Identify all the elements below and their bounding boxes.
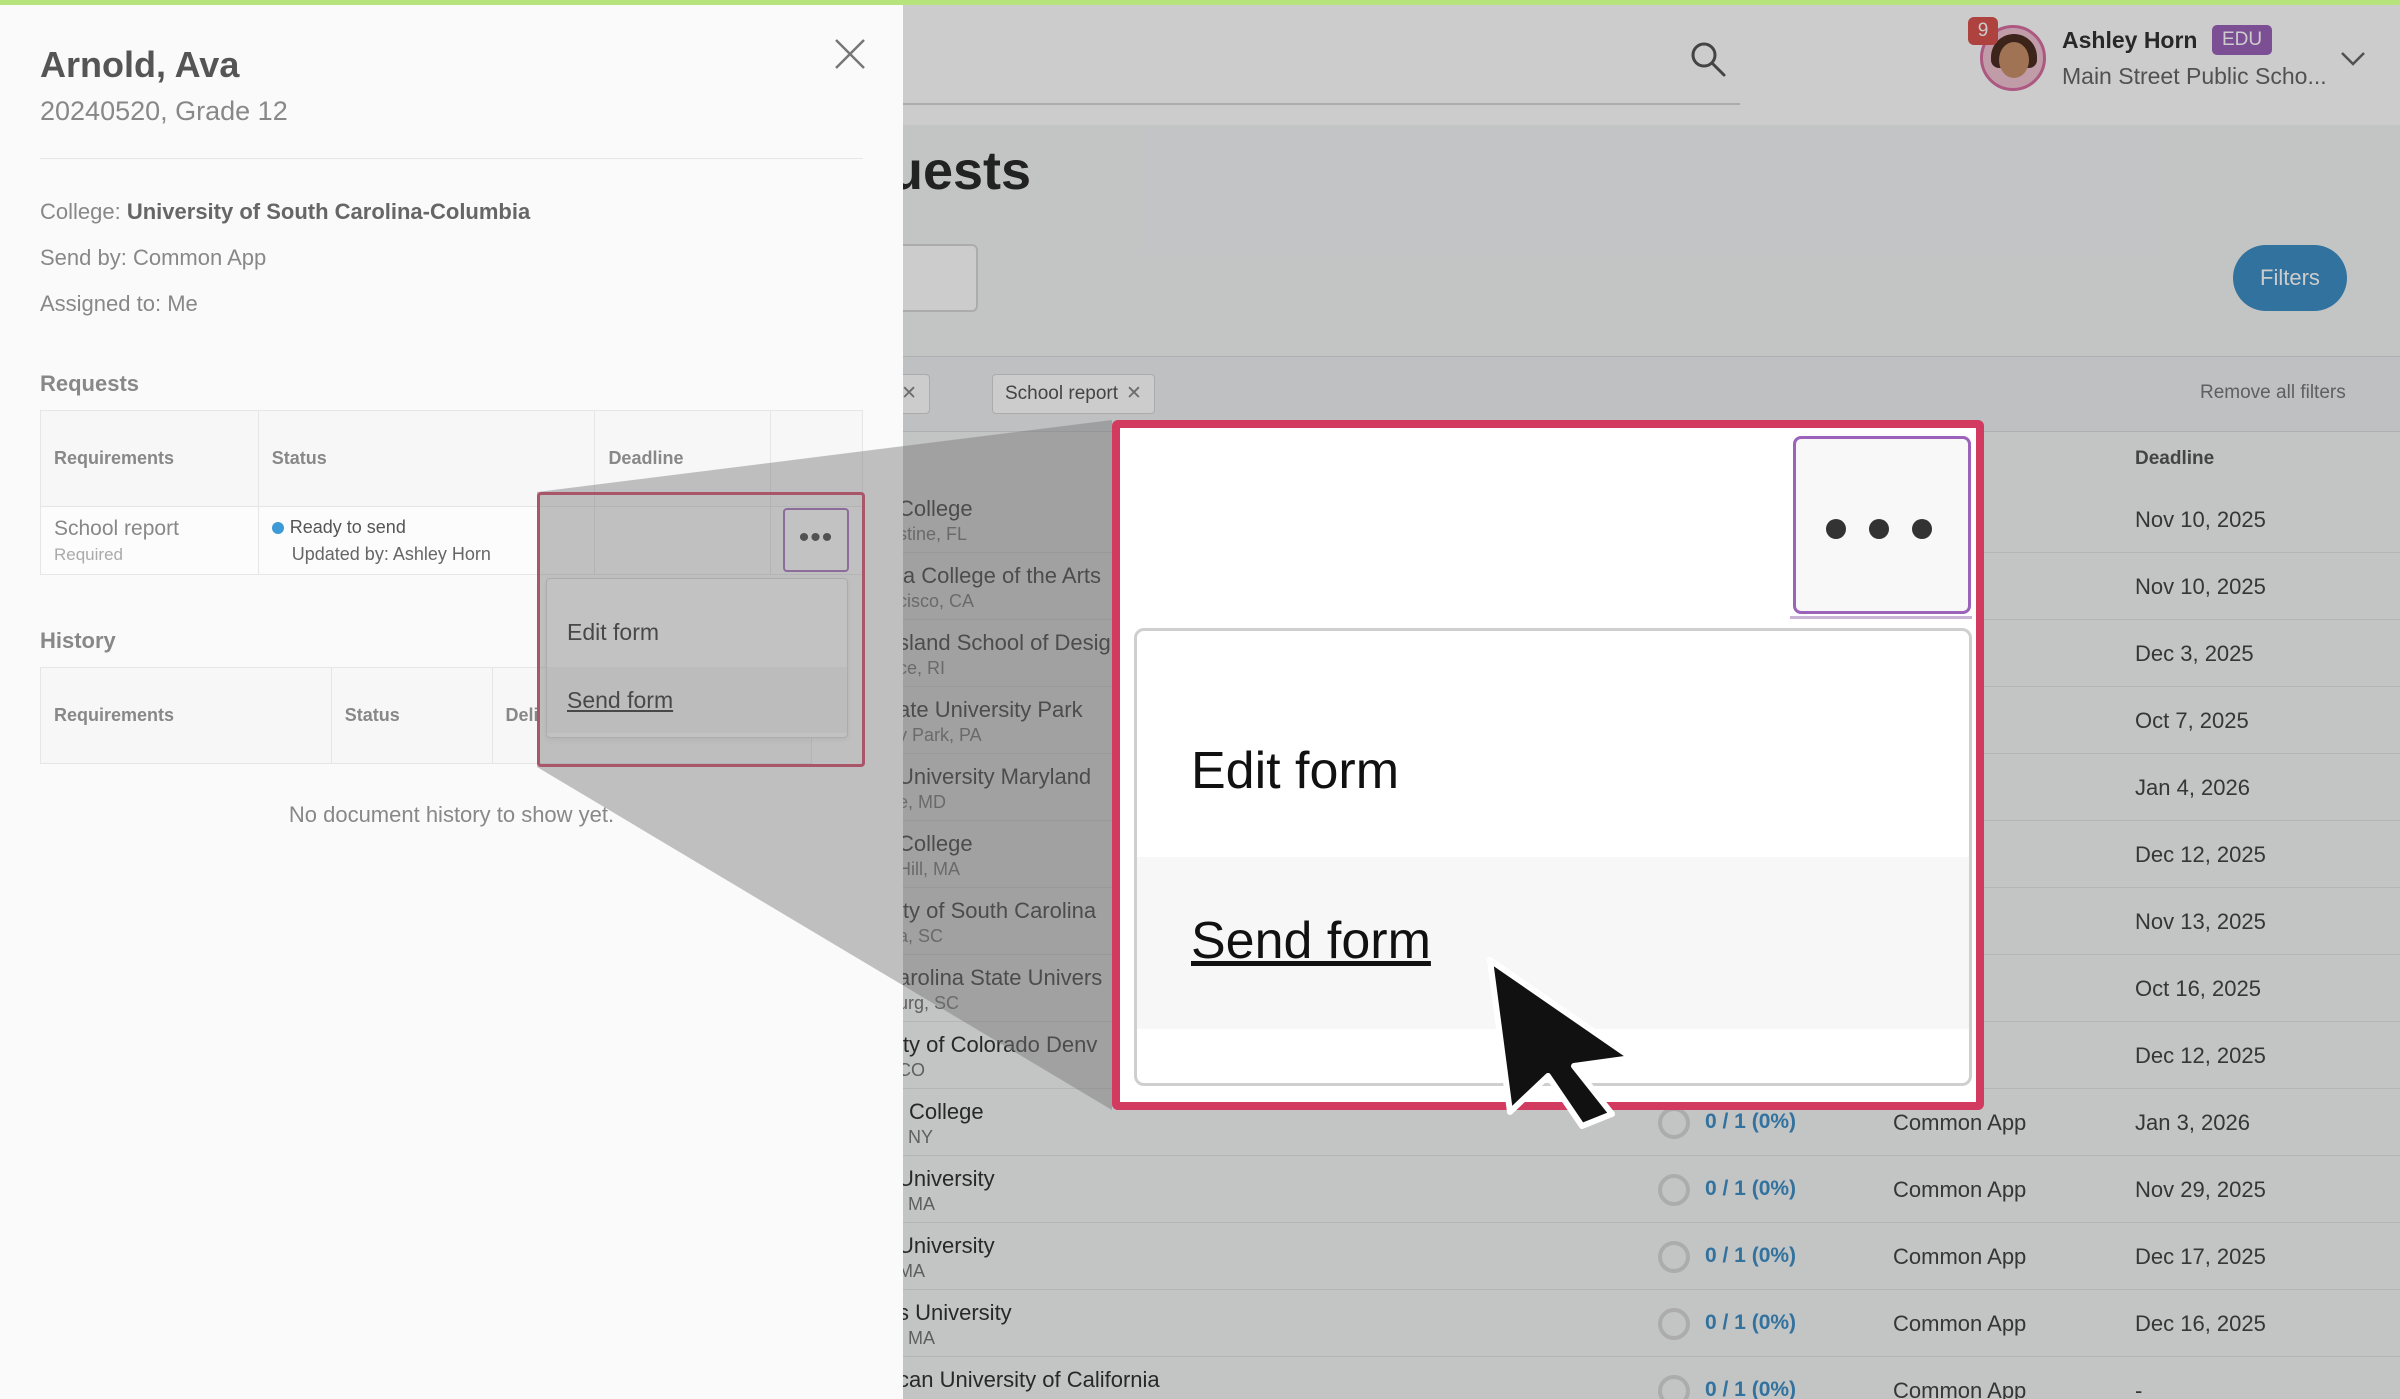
send-by-info: Send by: Common App bbox=[40, 245, 267, 270]
status-text: Ready to send bbox=[289, 516, 406, 537]
dot-icon bbox=[1826, 519, 1846, 539]
mouse-cursor-icon bbox=[1487, 957, 1635, 1129]
top-accent-bar bbox=[0, 0, 2400, 5]
history-heading: History bbox=[40, 628, 116, 653]
column-header: Status bbox=[330, 667, 493, 764]
status-dot-icon bbox=[271, 521, 284, 534]
requirement-name: School report bbox=[54, 516, 179, 540]
requirement-sub: Required bbox=[54, 544, 123, 564]
no-history-message: No document history to show yet. bbox=[288, 802, 615, 827]
more-options-button-zoomed[interactable] bbox=[1793, 436, 1971, 614]
column-header: Requirements bbox=[40, 667, 332, 764]
college-value: University of South Carolina-Columbia bbox=[126, 199, 531, 224]
assigned-to-info: Assigned to: Me bbox=[40, 291, 198, 316]
focus-underline bbox=[1790, 616, 1972, 619]
requests-heading: Requests bbox=[40, 371, 140, 396]
divider bbox=[40, 158, 863, 159]
requirement-cell: School report Required bbox=[40, 506, 259, 575]
status-line: Ready to send bbox=[271, 516, 582, 538]
updated-by-text: Updated by: Ashley Horn bbox=[291, 543, 491, 564]
menu-item-edit-form-zoomed[interactable]: Edit form bbox=[1137, 741, 1969, 801]
college-info: College: University of South Carolina-Co… bbox=[40, 199, 530, 225]
highlight-box bbox=[537, 492, 865, 767]
student-detail-panel: Arnold, Ava 20240520, Grade 12 College: … bbox=[0, 0, 903, 1399]
dot-icon bbox=[1869, 519, 1889, 539]
column-header: Requirements bbox=[40, 410, 259, 507]
student-id-grade: 20240520, Grade 12 bbox=[40, 96, 288, 126]
close-icon[interactable] bbox=[832, 36, 868, 72]
college-label: College: bbox=[40, 199, 121, 224]
student-name: Arnold, Ava bbox=[40, 44, 240, 85]
dot-icon bbox=[1912, 519, 1932, 539]
